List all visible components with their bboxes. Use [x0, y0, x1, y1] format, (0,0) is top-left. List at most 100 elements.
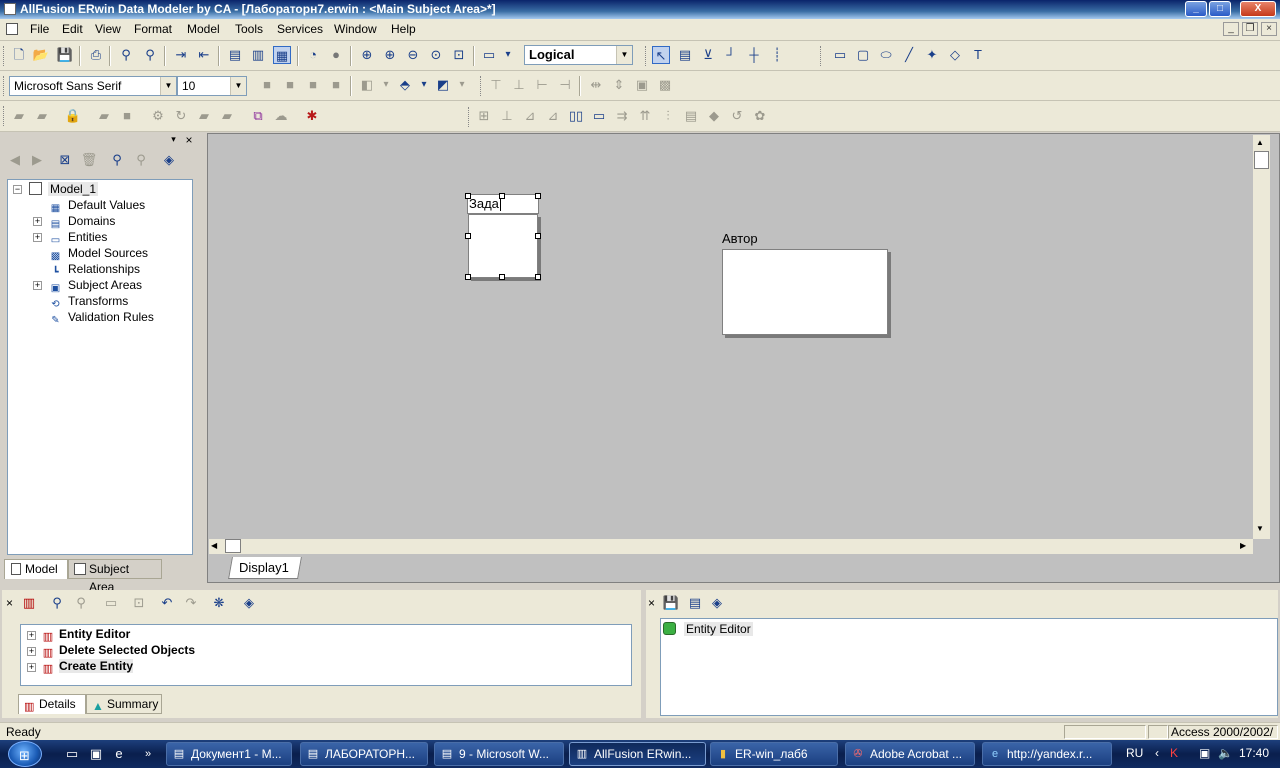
- clock[interactable]: 17:40: [1239, 746, 1269, 760]
- underline-icon[interactable]: ■: [304, 76, 322, 94]
- selection-handle[interactable]: [499, 274, 505, 280]
- menu-help[interactable]: Help: [391, 22, 416, 36]
- mart-users-icon[interactable]: ☁: [272, 107, 290, 125]
- tree-item-validation-rules[interactable]: ✎ Validation Rules: [49, 309, 154, 326]
- star-tool-icon[interactable]: ✦: [923, 46, 941, 64]
- language-indicator[interactable]: RU: [1126, 746, 1143, 760]
- find-next-icon[interactable]: ⚲: [132, 151, 150, 169]
- eraser-icon[interactable]: ◇: [946, 46, 964, 64]
- chevron-down-icon[interactable]: ▼: [230, 77, 246, 95]
- scroll-left-icon[interactable]: ◀: [211, 541, 217, 550]
- entity-tool-icon[interactable]: ▤: [676, 46, 694, 64]
- undo-list-item[interactable]: Entity Editor: [663, 621, 753, 637]
- font-name-select[interactable]: Microsoft Sans Serif ▼: [9, 76, 177, 96]
- horizontal-scrollbar[interactable]: ◀ ▶: [209, 539, 1253, 554]
- logical-physical-select[interactable]: Logical ▼: [524, 45, 633, 65]
- selection-handle[interactable]: [499, 193, 505, 199]
- selection-handle[interactable]: [535, 193, 541, 199]
- menu-services[interactable]: Services: [277, 22, 323, 36]
- find-replace-icon[interactable]: ⚲: [141, 46, 159, 64]
- menu-edit[interactable]: Edit: [62, 22, 83, 36]
- report-icon[interactable]: ●: [327, 46, 345, 64]
- model-icon[interactable]: ◈: [160, 151, 178, 169]
- copy-icon[interactable]: ▭: [102, 594, 120, 612]
- font-color-dropdown-icon[interactable]: ▾: [377, 76, 395, 94]
- start-button[interactable]: ⊞: [8, 741, 42, 767]
- back-icon[interactable]: ◀: [6, 151, 24, 169]
- layout-tree-icon[interactable]: ⊞: [475, 107, 493, 125]
- save-icon[interactable]: 💾: [56, 46, 74, 64]
- chevron-down-icon[interactable]: ▼: [616, 46, 632, 64]
- antivirus-icon[interactable]: K: [1170, 746, 1178, 760]
- layout-compact-icon[interactable]: ⇈: [636, 107, 654, 125]
- open-icon[interactable]: 📂: [32, 46, 50, 64]
- tab-display1[interactable]: Display1: [228, 557, 302, 579]
- scroll-thumb[interactable]: [225, 539, 241, 553]
- tab-details[interactable]: ▥ Details: [18, 694, 86, 714]
- scroll-down-icon[interactable]: ▼: [1256, 524, 1264, 533]
- undo-icon[interactable]: ↶: [158, 594, 176, 612]
- entity-box[interactable]: [468, 214, 538, 278]
- align-right-icon[interactable]: ⊣: [556, 76, 574, 94]
- text-tool-icon[interactable]: T: [969, 46, 987, 64]
- layout-options-icon[interactable]: ✿: [751, 107, 769, 125]
- find-icon[interactable]: ⚲: [108, 151, 126, 169]
- line-color-icon[interactable]: ◩: [434, 76, 452, 94]
- close-button[interactable]: X: [1240, 1, 1276, 17]
- layout-undo-icon[interactable]: ↺: [728, 107, 746, 125]
- forward-icon[interactable]: ▶: [28, 151, 46, 169]
- tray-expand-icon[interactable]: ‹: [1155, 746, 1159, 760]
- settings-icon[interactable]: ⚙: [149, 107, 167, 125]
- tab-summary[interactable]: ▲ Summary: [86, 694, 162, 714]
- action-log-item[interactable]: ▥ Create Entity: [41, 659, 134, 676]
- fill-color-icon[interactable]: ⬘: [396, 76, 414, 94]
- layout-columns-icon[interactable]: ▯▯: [567, 107, 585, 125]
- tree-item-subject-areas[interactable]: ▣ Subject Areas: [49, 277, 142, 294]
- layout-hierarchy-icon[interactable]: ⊥: [498, 107, 516, 125]
- vertical-scrollbar[interactable]: ▲ ▼: [1253, 135, 1270, 539]
- taskbar-button-erwin[interactable]: ▥ AllFusion ERwin...: [569, 742, 706, 766]
- strikeout-icon[interactable]: ■: [327, 76, 345, 94]
- selection-handle[interactable]: [465, 233, 471, 239]
- fill-color-dropdown-icon[interactable]: ▾: [415, 76, 433, 94]
- menu-tools[interactable]: Tools: [235, 22, 263, 36]
- subject-area-icon[interactable]: ▥: [249, 46, 267, 64]
- model-explorer-icon[interactable]: ▤: [226, 46, 244, 64]
- options-icon[interactable]: ❋: [210, 594, 228, 612]
- action-log-icon[interactable]: ▥: [20, 594, 38, 612]
- layout-page-icon[interactable]: ▤: [682, 107, 700, 125]
- selection-handle[interactable]: [535, 233, 541, 239]
- window-switcher-icon[interactable]: ▣: [88, 746, 104, 762]
- internet-explorer-icon[interactable]: e: [111, 746, 127, 762]
- mart-open-icon[interactable]: ▰: [33, 107, 51, 125]
- tree-item-domains[interactable]: ▤ Domains: [49, 213, 116, 230]
- italic-icon[interactable]: ■: [281, 76, 299, 94]
- selection-handle[interactable]: [465, 274, 471, 280]
- find-next-icon[interactable]: ⚲: [72, 594, 90, 612]
- show-desktop-icon[interactable]: ▭: [64, 746, 80, 762]
- toolbar-grip[interactable]: [480, 76, 483, 96]
- forward-engineer-icon[interactable]: ⇥: [172, 46, 190, 64]
- zoom-normal-icon[interactable]: ⊙: [427, 46, 445, 64]
- font-size-select[interactable]: 10 ▼: [177, 76, 247, 96]
- zoom-in-plus-icon[interactable]: ⊕: [381, 46, 399, 64]
- fit-model-icon[interactable]: ⊡: [450, 46, 468, 64]
- complete-compare-icon[interactable]: ◔: [304, 46, 322, 64]
- action-log-item[interactable]: ▥ Delete Selected Objects: [41, 643, 195, 660]
- mart-save-icon[interactable]: ▰: [95, 107, 113, 125]
- taskbar-button-ie[interactable]: e http://yandex.r...: [982, 742, 1112, 766]
- lock-icon[interactable]: 🔒: [64, 107, 82, 125]
- rectangle-tool-icon[interactable]: ▭: [831, 46, 849, 64]
- list-icon[interactable]: ▤: [686, 594, 704, 612]
- selection-handle[interactable]: [465, 193, 471, 199]
- close-icon[interactable]: ×: [6, 596, 13, 610]
- align-top-icon[interactable]: ⊤: [487, 76, 505, 94]
- zoom-in-icon[interactable]: ⊕: [358, 46, 376, 64]
- title-bar[interactable]: AllFusion ERwin Data Modeler by CA - [Ла…: [0, 0, 1280, 19]
- expand-icon[interactable]: +: [33, 233, 42, 242]
- taskbar-button-word-9[interactable]: ▤ 9 - Microsoft W...: [434, 742, 564, 766]
- reverse-engineer-icon[interactable]: ⇤: [195, 46, 213, 64]
- toolbar-grip[interactable]: [468, 107, 471, 127]
- ellipse-tool-icon[interactable]: ⬭: [877, 46, 895, 64]
- close-icon[interactable]: ×: [183, 134, 195, 146]
